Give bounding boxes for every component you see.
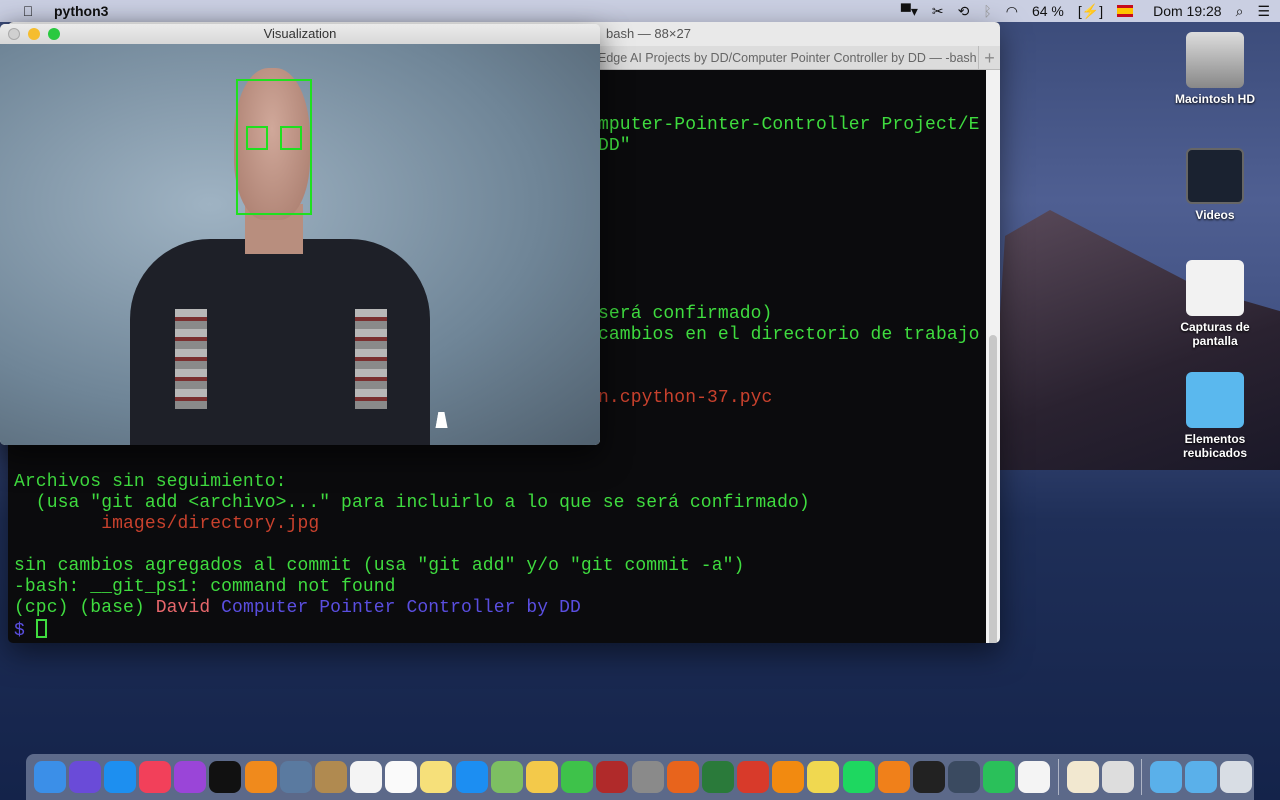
dock-separator (1057, 759, 1059, 795)
display-icon[interactable]: ▀▾ (901, 3, 918, 20)
dock-system-preferences-icon[interactable] (631, 761, 664, 793)
new-tab-button[interactable]: + (978, 46, 1000, 70)
terminal-title: bash — 88×27 (606, 26, 691, 41)
dock-facetime-icon[interactable] (561, 761, 594, 793)
dock-safari-icon[interactable] (103, 761, 136, 793)
dock-podcasts-icon[interactable] (174, 761, 207, 793)
clock[interactable]: Dom 19:28 (1153, 3, 1221, 19)
terminal-line: n.cpython-37.pyc (598, 388, 773, 408)
video-folder-icon (1186, 148, 1244, 204)
dock-notes-icon[interactable] (420, 761, 453, 793)
prompt-env: (cpc) (base) (14, 598, 156, 618)
apple-icon[interactable]:  (20, 3, 36, 19)
desktop-icon-label: Videos (1195, 208, 1235, 222)
prompt-user: David (155, 598, 211, 618)
dock-app-store-icon[interactable] (455, 761, 488, 793)
dock-sublime-text-icon[interactable] (877, 761, 910, 793)
terminal-line: será confirmado) (598, 304, 773, 324)
battery-percent[interactable]: 64 % (1032, 3, 1064, 19)
terminal-line: cambios en el directorio de trabajo (598, 325, 980, 345)
minimize-button[interactable] (28, 28, 40, 40)
terminal-line: mputer-Pointer-Controller Project/E (598, 115, 980, 135)
app-menu[interactable]: python3 (54, 3, 108, 19)
dock-vlc-icon[interactable] (772, 761, 805, 793)
dock-installer-icon[interactable] (1066, 761, 1099, 793)
desktop-icon-label: Capturas de pantalla (1180, 320, 1250, 348)
dock-downloads-folder-icon[interactable] (1185, 761, 1218, 793)
time-machine-icon[interactable]: ⟲ (958, 3, 970, 20)
dock-reminders-icon[interactable] (385, 761, 418, 793)
desktop-icon-label: Elementos reubicados (1182, 432, 1248, 460)
dock-calendar-icon[interactable] (350, 761, 383, 793)
desktop-icon-elementos[interactable]: Elementos reubicados (1160, 372, 1270, 460)
dock-firefox-icon[interactable] (666, 761, 699, 793)
wifi-icon[interactable]: ◠ (1006, 3, 1018, 20)
dock (26, 754, 1254, 800)
text-cursor (35, 619, 47, 638)
dock-siri-icon[interactable] (68, 761, 101, 793)
notification-center-icon[interactable]: ☰ (1257, 3, 1270, 20)
dock-preview-icon[interactable] (279, 761, 312, 793)
dock-spotify-icon[interactable] (842, 761, 875, 793)
desktop-icon-label: Macintosh HD (1174, 92, 1255, 106)
spain-flag-input-icon[interactable] (1117, 5, 1134, 17)
terminal-line: images/directory.jpg (14, 514, 320, 534)
dock-whatsapp-icon[interactable] (983, 761, 1016, 793)
dock-document-icon[interactable] (1018, 761, 1051, 793)
jacket-stripe (175, 309, 207, 409)
zoom-button[interactable] (48, 28, 60, 40)
dock-separator (1141, 759, 1143, 795)
terminal-scrollbar[interactable] (986, 70, 1000, 643)
visualization-window[interactable]: Visualization (0, 24, 600, 445)
jacket-stripe (355, 309, 387, 409)
scrollbar-thumb[interactable] (989, 335, 997, 643)
dock-applications-folder-icon[interactable] (1149, 761, 1182, 793)
terminal-line: DD" (598, 136, 631, 156)
video-frame (0, 44, 600, 445)
dock-trash-icon[interactable] (1220, 761, 1253, 793)
menu-bar:  python3 ▀▾ ✂ ⟲ ᛒ ◠ 64 % [⚡] Dom 19:28 … (0, 0, 1280, 22)
terminal-line: Archivos sin seguimiento: (14, 472, 287, 492)
dock-archive-icon[interactable] (1101, 761, 1134, 793)
terminal-line: sin cambios agregados al commit (usa "gi… (14, 556, 745, 576)
screenshots-folder-icon (1186, 260, 1244, 316)
visualization-title: Visualization (263, 26, 337, 41)
dock-apple-tv-icon[interactable] (209, 761, 242, 793)
visualization-title-bar[interactable]: Visualization (0, 24, 600, 44)
folder-alias-icon (1186, 372, 1244, 428)
scissors-icon[interactable]: ✂ (932, 3, 944, 20)
desktop-icon-videos[interactable]: Videos (1160, 148, 1270, 222)
dock-photos-icon[interactable] (526, 761, 558, 793)
dock-world-app-icon[interactable] (701, 761, 734, 793)
desktop-icon-capturas[interactable]: Capturas de pantalla (1160, 260, 1270, 348)
prompt-dir: Computer Pointer Controller by DD (210, 598, 581, 618)
dock-activity-monitor-icon[interactable] (948, 761, 981, 793)
terminal-input-line[interactable]: $ (14, 619, 47, 642)
terminal-line: (usa "git add <archivo>..." para incluir… (14, 493, 810, 513)
terminal-tab[interactable]: Edge AI Projects by DD/Computer Pointer … (598, 46, 977, 70)
hard-drive-icon (1186, 32, 1244, 88)
terminal-prompt: (cpc) (base) David Computer Pointer Cont… (14, 598, 581, 619)
spotlight-search-icon[interactable]: ⌕ (1236, 3, 1244, 20)
dock-maps-icon[interactable] (490, 761, 523, 793)
dock-stickies-icon[interactable] (807, 761, 840, 793)
close-button[interactable] (8, 28, 20, 40)
dock-finder-icon[interactable] (33, 761, 66, 793)
bluetooth-icon[interactable]: ᛒ (983, 3, 991, 19)
left-eye-box (246, 126, 268, 150)
dock-popcorn-icon[interactable] (737, 761, 770, 793)
desktop-icon-macintosh-hd[interactable]: Macintosh HD (1160, 32, 1270, 106)
battery-charging-icon[interactable]: [⚡] (1078, 3, 1103, 20)
dock-music-icon[interactable] (139, 761, 172, 793)
terminal-line: -bash: __git_ps1: command not found (14, 577, 396, 597)
dock-terminal-icon[interactable] (912, 761, 945, 793)
dock-books-icon[interactable] (244, 761, 277, 793)
prompt-symbol: $ (14, 621, 36, 641)
dock-photo-booth-icon[interactable] (596, 761, 629, 793)
dock-contacts-icon[interactable] (314, 761, 347, 793)
right-eye-box (280, 126, 302, 150)
